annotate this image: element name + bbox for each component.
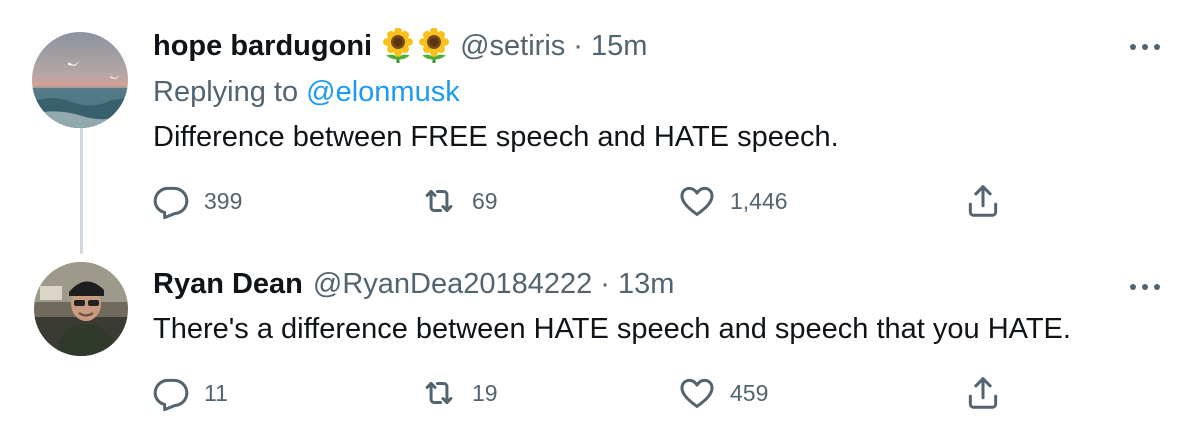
share-button[interactable] (964, 182, 1002, 220)
tweet-header: Ryan Dean @RyanDea20184222 · 13m (153, 266, 674, 302)
like-icon (678, 182, 716, 220)
retweet-button[interactable]: 19 (420, 374, 498, 412)
handle[interactable]: @RyanDea20184222 (313, 266, 592, 302)
tweet-text: Difference between FREE speech and HATE … (153, 121, 839, 153)
share-icon (964, 374, 1002, 412)
more-icon[interactable] (1130, 42, 1160, 52)
reply-button[interactable]: 11 (152, 374, 228, 412)
tweet-header: hope bardugoni @setiris · 15m (153, 28, 647, 64)
reply-count: 11 (204, 380, 228, 406)
retweet-icon (420, 182, 458, 220)
replying-prefix: Replying to (153, 76, 307, 108)
display-name[interactable]: hope bardugoni (153, 28, 372, 64)
like-count: 1,446 (730, 188, 788, 214)
mention-link[interactable]: @elonmusk (306, 76, 460, 108)
display-name-emojis (382, 28, 450, 64)
separator-dot: · (573, 30, 583, 62)
retweet-button[interactable]: 69 (420, 182, 498, 220)
timestamp[interactable]: 13m (618, 266, 674, 302)
sunflower-emoji (382, 28, 414, 64)
reply-count: 399 (204, 188, 243, 214)
reply-icon (152, 374, 190, 412)
retweet-icon (420, 374, 458, 412)
like-icon (678, 374, 716, 412)
tweet-text: There's a difference between HATE speech… (153, 313, 1071, 345)
thread-connector-line (80, 124, 83, 254)
separator-dot: · (600, 268, 610, 300)
timestamp[interactable]: 15m (591, 28, 647, 64)
retweet-count: 69 (472, 188, 498, 214)
replying-to: Replying to @elonmusk (153, 74, 460, 110)
more-icon[interactable] (1130, 282, 1160, 292)
avatar[interactable] (32, 32, 128, 128)
handle[interactable]: @setiris (460, 28, 565, 64)
like-count: 459 (730, 380, 769, 406)
reply-icon (152, 182, 190, 220)
like-button[interactable]: 459 (678, 374, 768, 412)
sunflower-emoji (418, 28, 450, 64)
reply-button[interactable]: 399 (152, 182, 242, 220)
share-icon (964, 182, 1002, 220)
avatar[interactable] (34, 262, 128, 356)
like-button[interactable]: 1,446 (678, 182, 788, 220)
display-name[interactable]: Ryan Dean (153, 266, 303, 302)
share-button[interactable] (964, 374, 1002, 412)
retweet-count: 19 (472, 380, 498, 406)
